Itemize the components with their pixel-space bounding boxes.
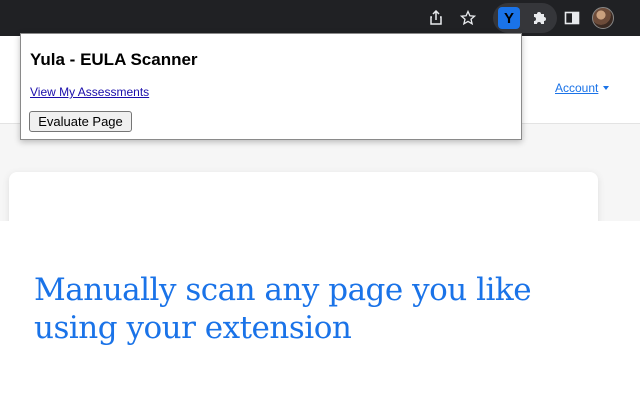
promo-caption: Manually scan any page you like using yo… <box>34 271 594 347</box>
extension-popup: Yula - EULA Scanner View My Assessments … <box>20 33 522 140</box>
side-panel-icon[interactable] <box>560 6 584 30</box>
caption-line-2: using your extension <box>34 310 352 346</box>
bookmark-star-icon[interactable] <box>456 6 480 30</box>
account-caret-icon[interactable] <box>603 86 609 90</box>
view-assessments-link[interactable]: View My Assessments <box>30 85 149 99</box>
yula-extension-icon[interactable]: Y <box>497 6 521 30</box>
puzzle-extensions-icon[interactable] <box>528 6 552 30</box>
share-icon[interactable] <box>424 6 448 30</box>
popup-title: Yula - EULA Scanner <box>30 50 198 69</box>
browser-toolbar: Y <box>0 0 640 36</box>
profile-avatar[interactable] <box>592 7 614 29</box>
caption-line-1: Manually scan any page you like <box>34 272 532 308</box>
yula-badge: Y <box>498 7 520 29</box>
evaluate-page-button[interactable]: Evaluate Page <box>29 111 132 132</box>
account-menu-link[interactable]: Account <box>555 81 598 95</box>
